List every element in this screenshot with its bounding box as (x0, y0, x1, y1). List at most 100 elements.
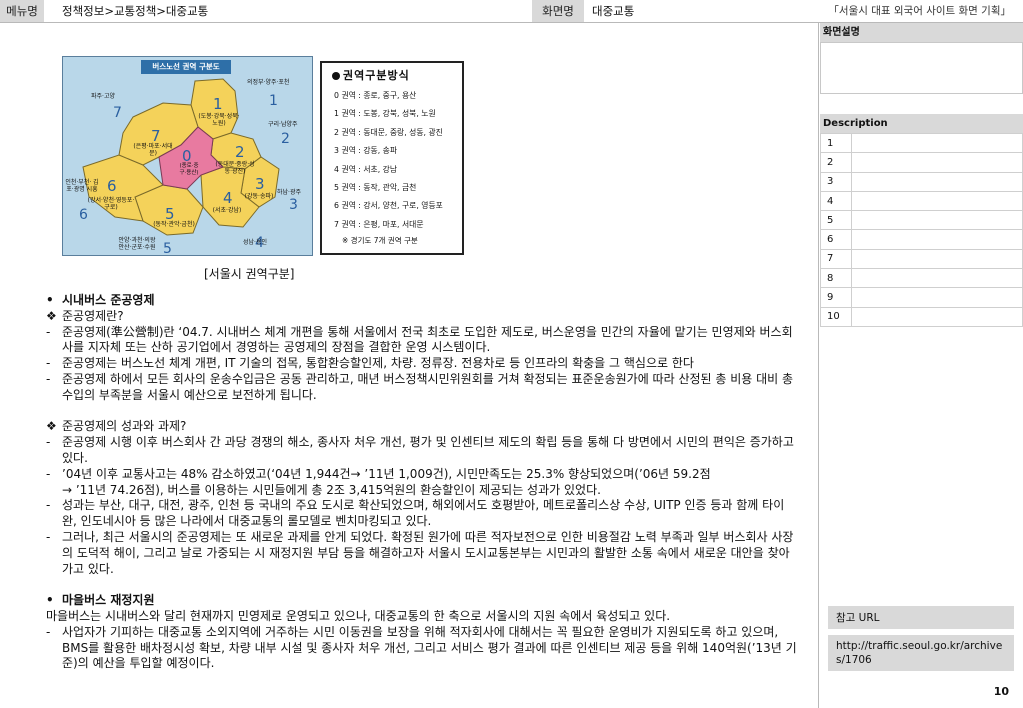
screen-desc-box (820, 42, 1023, 94)
table-row: 4 (820, 190, 1023, 212)
svg-text:1: 1 (269, 93, 278, 109)
row-cell (851, 248, 1023, 270)
row-number: 3 (820, 171, 852, 192)
legend-row: 3 권역 : 강동, 송파 (334, 146, 398, 156)
list-item-text: → ’11년 74.26점), 버스를 이용하는 시민들에게 총 2조 3,41… (62, 482, 601, 497)
zone-5-label: (동작·관악·금천) (153, 221, 195, 228)
legend-row: 1 권역 : 도봉, 강북, 성북, 노원 (334, 109, 436, 119)
menu-value: 정책정보>교통정책>대중교통 (62, 4, 209, 18)
table-row: 10 (820, 306, 1023, 327)
list-item: - 준공영제는 버스노선 체계 개편, IT 기술의 접목, 통합환승할인제, 차… (46, 356, 798, 372)
zone-4-label: (서초·강남) (212, 207, 242, 214)
list-item: - ’04년 이후 교통사고는 48% 감소하였고(‘04년 1,944건→ ’1… (46, 467, 798, 483)
zone-3-label: (강동·송파) (244, 193, 274, 200)
list-item-text: 준공영제 하에서 모든 회사의 운송수입금은 공동 관리하고, 매년 버스정책시… (62, 371, 794, 402)
outer-region-5-label: 안양·과천·의왕 안산·군포·수원 (118, 237, 156, 251)
row-number: 2 (820, 152, 852, 173)
map-title: 버스노선 권역 구분도 (152, 62, 220, 71)
table-row: 9 (820, 287, 1023, 308)
zone-1-label: (도봉·강북·성북·노원) (198, 113, 240, 127)
row-cell (851, 229, 1023, 250)
list-item-text: 그러나, 최근 서울시의 준공영제는 또 새로운 과제를 안게 되었다. 확정된… (62, 529, 794, 576)
row-number: 9 (820, 287, 852, 308)
svg-text:4: 4 (223, 189, 233, 207)
row-cell (851, 190, 1023, 212)
dash-bullet-icon: - (46, 498, 51, 513)
menu-label: 메뉴명 (0, 0, 44, 22)
row-cell (851, 210, 1023, 231)
row-number: 10 (820, 306, 852, 327)
legend-row: 2 권역 : 동대문, 중랑, 성동, 광진 (334, 127, 443, 137)
main-panel: 1 2 3 4 5 6 7 0 1 2 3 4 5 6 7 버스노선 권역 구분… (0, 23, 819, 708)
dash-bullet-icon: - (46, 356, 51, 371)
ref-url-link[interactable]: http://traffic.seoul.go.kr/archives/1706 (828, 635, 1014, 671)
list-item-text: 준공영제(準公營制)란 ‘04.7. 시내버스 체계 개편을 통해 서울에서 전… (62, 324, 793, 355)
section-heading: • 마을버스 재정지원 (46, 593, 798, 609)
row-number: 7 (820, 248, 852, 270)
table-row: 1 (820, 132, 1023, 154)
outer-region-4-label: 성남·용인 (243, 239, 267, 246)
list-item: - 준공영제 하에서 모든 회사의 운송수입금은 공동 관리하고, 매년 버스정책… (46, 372, 798, 404)
svg-text:1: 1 (213, 95, 223, 113)
outer-region-7-label: 파주·고양 (91, 93, 115, 100)
legend-note: ※ 경기도 7개 권역 구분 (342, 236, 418, 246)
svg-text:2: 2 (281, 131, 290, 147)
table-row: 6 (820, 229, 1023, 250)
legend-title-text: 권역구분방식 (343, 69, 410, 82)
list-item: - 준공영제(準公營制)란 ‘04.7. 시내버스 체계 개편을 통해 서울에서 … (46, 325, 798, 357)
legend-row: 5 권역 : 동작, 관악, 금천 (334, 182, 417, 192)
figure-caption: [서울시 권역구분] (204, 267, 295, 281)
description-sidebar: 화면설명 Description 1 2 3 4 5 6 7 8 9 10 참고… (820, 23, 1023, 708)
dash-bullet-icon: - (46, 324, 51, 339)
zone-6-label: (강서·양천·영등포·구로) (87, 197, 135, 211)
question-text: 준공영제의 성과와 과제? (62, 419, 187, 434)
outer-region-1-label: 의정부·양주·포천 (247, 79, 290, 86)
section-heading: • 시내버스 준공영제 (46, 293, 798, 309)
list-item-text: 성과는 부산, 대구, 대전, 광주, 인천 등 국내의 주요 도시로 확산되었… (62, 498, 785, 529)
bus-zone-map: 1 2 3 4 5 6 7 0 1 2 3 4 5 6 7 버스노선 권역 구분… (62, 56, 313, 256)
legend-row: 4 권역 : 서초, 강남 (334, 164, 398, 174)
zone-0-label: (종로·중구·용산) (179, 163, 199, 176)
legend-row: 6 권역 : 강서, 양천, 구로, 영등포 (334, 201, 443, 211)
dash-bullet-icon: - (46, 624, 51, 639)
row-cell (851, 287, 1023, 308)
svg-text:5: 5 (163, 241, 172, 255)
diamond-bullet-icon: ❖ (46, 308, 57, 323)
row-cell (851, 152, 1023, 173)
row-number: 8 (820, 268, 852, 289)
header-bar: 메뉴명 정책정보>교통정책>대중교통 화면명 대중교통 「서울시 대표 외국어 … (0, 0, 1023, 23)
row-number: 4 (820, 190, 852, 212)
question-item: ❖ 준공영제의 성과와 과제? (46, 419, 798, 435)
question-item: ❖ 준공영제란? (46, 309, 798, 325)
row-cell (851, 306, 1023, 327)
zone-legend: 권역구분방식 0 권역 : 종로, 중구, 용산 1 권역 : 도봉, 강북, … (320, 61, 464, 255)
row-cell (851, 268, 1023, 289)
list-item-text: 준공영제는 버스노선 체계 개편, IT 기술의 접목, 통합환승할인제, 차량… (62, 356, 694, 371)
list-item-text: 사업자가 기피하는 대중교통 소외지역에 거주하는 시민 이동권을 보장을 위해… (62, 624, 797, 671)
svg-text:2: 2 (235, 143, 245, 161)
paragraph: 마을버스는 시내버스와 달리 현재까지 민영제로 운영되고 있으나, 대중교통의… (46, 608, 671, 623)
bullet-icon: • (46, 593, 54, 608)
legend-row: 0 권역 : 종로, 중구, 용산 (334, 91, 417, 100)
outer-region-2-label: 구리·남양주 (268, 121, 298, 128)
table-row: 8 (820, 268, 1023, 289)
screen-label: 화면명 (532, 0, 584, 22)
list-item-text: 준공영제 시행 이후 버스회사 간 과당 경쟁의 해소, 종사자 처우 개선, … (62, 435, 794, 465)
page-number: 10 (993, 685, 1009, 698)
list-item: - 사업자가 기피하는 대중교통 소외지역에 거주하는 시민 이동권을 보장을 위… (46, 625, 798, 672)
body-text: • 시내버스 준공영제 ❖ 준공영제란? - 준공영제(準公營制)란 ‘04.7. 시… (46, 293, 798, 672)
table-row: 5 (820, 210, 1023, 231)
row-number: 5 (820, 210, 852, 231)
outer-region-3-label: 하남·광주 (277, 189, 301, 196)
description-header: Description (820, 114, 1023, 133)
row-number: 6 (820, 229, 852, 250)
screen-value: 대중교통 (592, 4, 635, 18)
diamond-bullet-icon: ❖ (46, 419, 57, 434)
svg-text:3: 3 (255, 175, 265, 193)
list-item: - 성과는 부산, 대구, 대전, 광주, 인천 등 국내의 주요 도시로 확산되… (46, 498, 798, 530)
ref-url-label: 참고 URL (828, 606, 1014, 629)
svg-text:6: 6 (107, 177, 117, 195)
list-item: - 그러나, 최근 서울시의 준공영제는 또 새로운 과제를 안게 되었다. 확정… (46, 530, 798, 577)
dash-bullet-icon: - (46, 466, 51, 481)
legend-title: 권역구분방식 (332, 67, 456, 83)
